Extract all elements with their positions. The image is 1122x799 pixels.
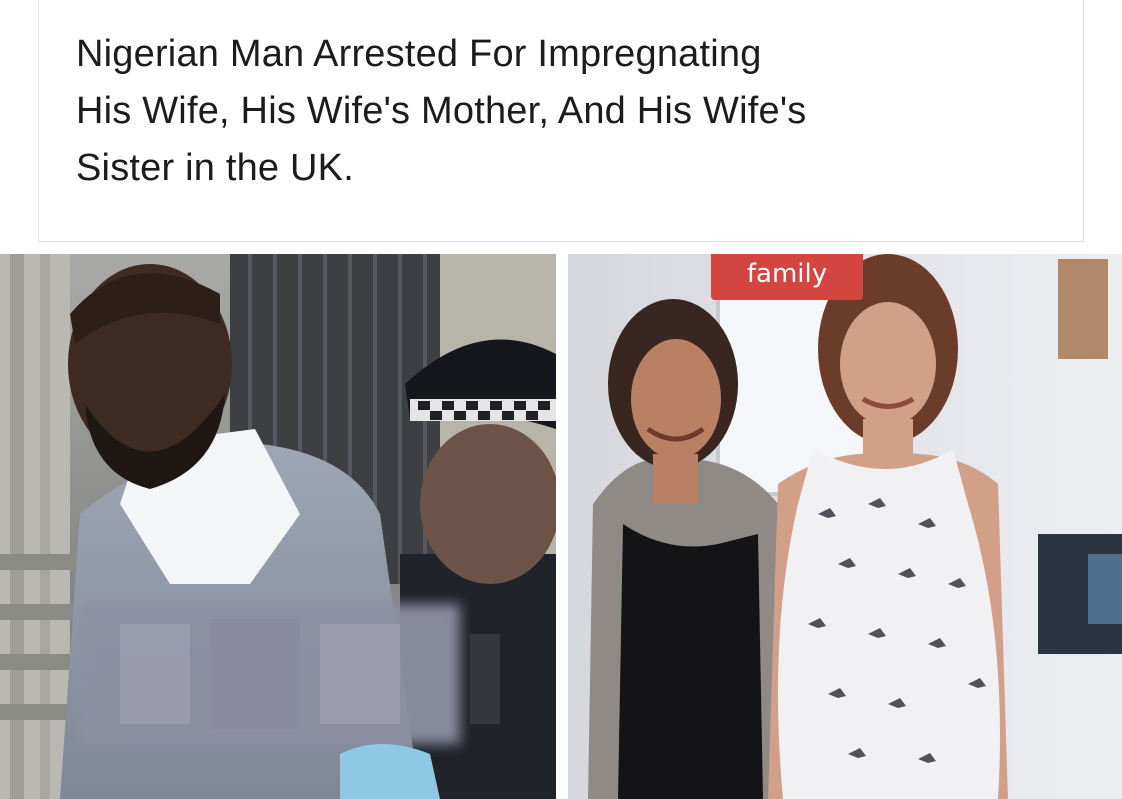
headline-line-2: His Wife, His Wife's Mother, And His Wif… xyxy=(76,90,807,132)
family-badge: family xyxy=(711,254,863,300)
headline-line-3: Sister in the UK. xyxy=(76,147,354,189)
family-photo-illustration xyxy=(568,254,1122,799)
photo-right-family[interactable]: family xyxy=(568,254,1122,799)
headline-line-1: Nigerian Man Arrested For Impregnating xyxy=(76,33,762,75)
arrest-photo-illustration xyxy=(0,254,556,799)
headline[interactable]: Nigerian Man Arrested For Impregnating H… xyxy=(76,26,1056,197)
news-post: Nigerian Man Arrested For Impregnating H… xyxy=(0,0,1122,799)
headline-card: Nigerian Man Arrested For Impregnating H… xyxy=(38,0,1084,242)
wall-plaque xyxy=(1058,259,1108,359)
blue-glove xyxy=(340,744,440,799)
black-top xyxy=(618,524,763,799)
photo-left-arrest[interactable] xyxy=(0,254,556,799)
